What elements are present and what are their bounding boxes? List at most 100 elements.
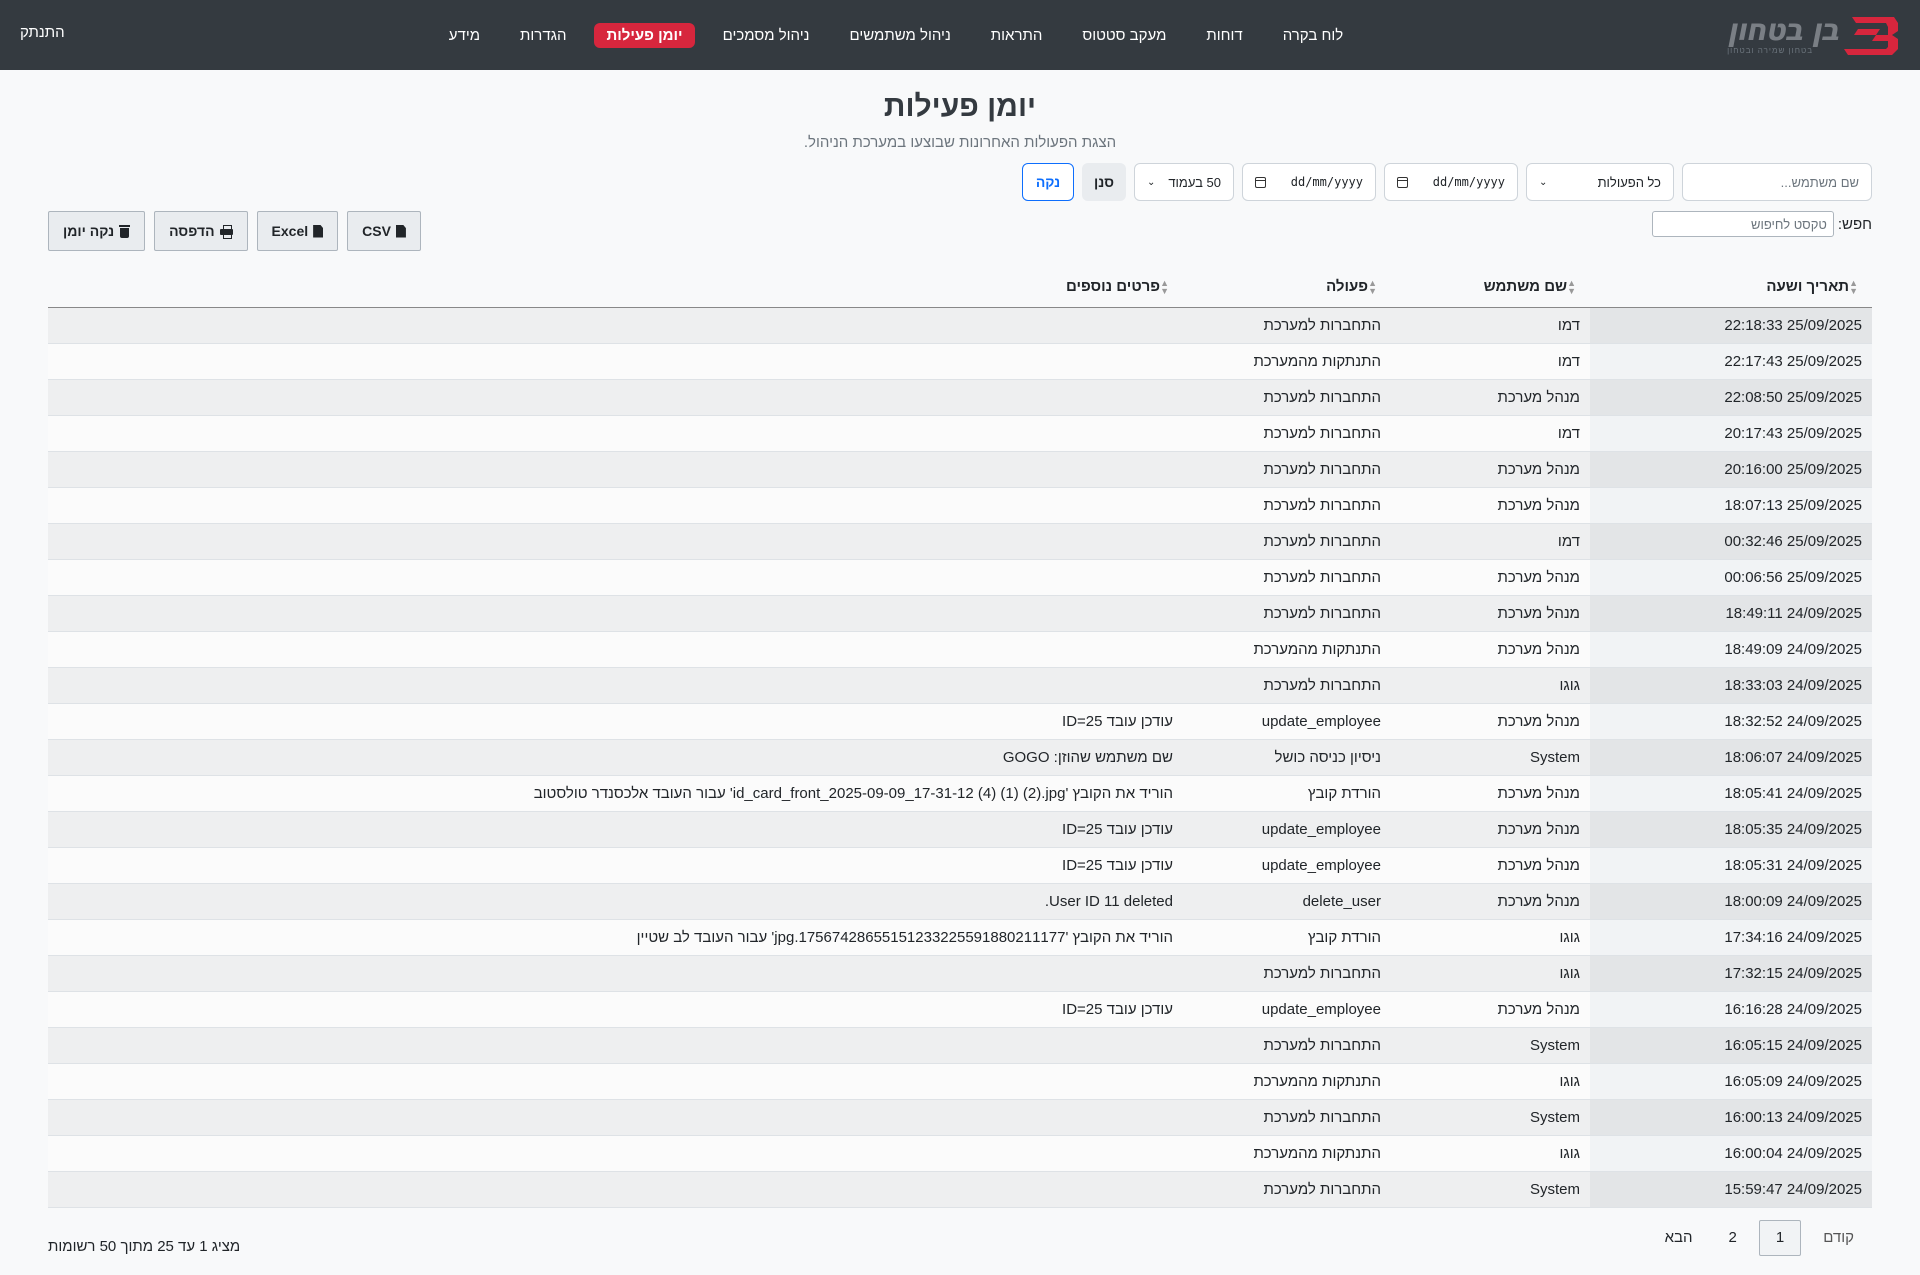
sort-icon: ▲ ▼ (1160, 278, 1169, 297)
cell-date: 24/09/2025 16:05:15 (1590, 1027, 1872, 1064)
pagination-page-1[interactable]: 1 (1758, 1219, 1802, 1256)
table-row: 25/09/2025 00:32:46 דמו התחברות למערכת (48, 523, 1872, 560)
clear-log-button[interactable]: נקה יומן (48, 211, 146, 251)
cell-user: גוגו (1391, 1135, 1590, 1172)
table-footer: קודם 1 2 הבא מציג 1 עד 25 מתוך 50 רשומות (48, 1219, 1872, 1256)
search-input[interactable]: טקסט לחיפוש (1651, 211, 1834, 237)
cell-details (48, 955, 1183, 992)
cell-user: System (1391, 1027, 1590, 1064)
nav-reports[interactable]: דוחות (1194, 23, 1254, 48)
nav-settings[interactable]: הגדרות (508, 23, 578, 48)
cell-action: התנתקות מהמערכת (1183, 1135, 1391, 1172)
cell-date: 25/09/2025 20:16:00 (1590, 451, 1872, 488)
cell-action: התחברות למערכת (1183, 1027, 1391, 1064)
cell-action: update_employee (1183, 847, 1391, 884)
table-row: 25/09/2025 00:06:56 מנהל מערכת התחברות למע… (48, 559, 1872, 596)
search-label: חפש: (1837, 215, 1872, 233)
cell-date: 25/09/2025 00:06:56 (1590, 559, 1872, 596)
cell-action: התחברות למערכת (1183, 307, 1391, 344)
cell-details (48, 595, 1183, 632)
pagination-prev[interactable]: קודם (1805, 1220, 1872, 1256)
nav-alerts[interactable]: התראות (979, 23, 1055, 48)
cell-user: מנהל מערכת (1391, 559, 1590, 596)
cell-date: 24/09/2025 17:32:15 (1590, 955, 1872, 992)
file-csv-icon (395, 224, 406, 238)
calendar-icon[interactable] (1397, 176, 1408, 188)
cell-details (48, 1135, 1183, 1172)
pagination-page-2[interactable]: 2 (1711, 1220, 1755, 1256)
column-header-user[interactable]: ▲ ▼שם משתמש (1391, 267, 1590, 308)
table-search: חפש: טקסט לחיפוש (1651, 211, 1872, 237)
cell-action: התנתקות מהמערכת (1183, 631, 1391, 668)
brand[interactable]: בן בטחון בטחון שמירה ובטחון (1727, 13, 1900, 57)
column-header-date[interactable]: ▲ ▼תאריך ושעה (1590, 267, 1872, 308)
date-from-input[interactable]: dd/mm/yyyy (1384, 163, 1518, 201)
nav-document-management[interactable]: ניהול מסמכים (711, 23, 822, 48)
table-body: 25/09/2025 22:18:33 דמו התחברות למערכת 25/0… (48, 307, 1872, 1208)
excel-export-button[interactable]: Excel (256, 211, 339, 251)
calendar-icon[interactable] (1255, 176, 1266, 188)
cell-details: עודכן עובד ID=25 (48, 811, 1183, 848)
table-row: 25/09/2025 22:08:50 מנהל מערכת התחברות למע… (48, 379, 1872, 416)
table-row: 24/09/2025 18:00:09 מנהל מערכת delete_user… (48, 883, 1872, 920)
filter-bar: שם משתמש... כל הפעולות ⌄ dd/mm/yyyy dd/m… (48, 163, 1872, 201)
cell-action: התחברות למערכת (1183, 955, 1391, 992)
table-row: 25/09/2025 18:07:13 מנהל מערכת התחברות למע… (48, 487, 1872, 524)
cell-user: מנהל מערכת (1391, 595, 1590, 632)
cell-details (48, 1099, 1183, 1136)
cell-date: 24/09/2025 18:05:41 (1590, 775, 1872, 812)
nav-dashboard[interactable]: לוח בקרה (1271, 23, 1355, 48)
table-row: 24/09/2025 16:00:04 גוגו התנתקות מהמערכת (48, 1135, 1872, 1172)
excel-label: Excel (271, 223, 309, 239)
clear-filters-button[interactable]: נקה (1022, 163, 1074, 201)
username-filter-input[interactable]: שם משתמש... (1682, 163, 1872, 201)
nav-status-tracking[interactable]: מעקב סטטוס (1070, 23, 1178, 48)
cell-action: התחברות למערכת (1183, 379, 1391, 416)
per-page-value: 50 בעמוד (1168, 174, 1221, 190)
nav-user-management[interactable]: ניהול משתמשים (837, 23, 962, 48)
print-button[interactable]: הדפסה (154, 211, 248, 251)
cell-date: 24/09/2025 18:05:35 (1590, 811, 1872, 848)
cell-action: הורדת קובץ (1183, 919, 1391, 956)
top-navbar: בן בטחון בטחון שמירה ובטחון לוח בקרה דוח… (0, 0, 1920, 70)
table-row: 24/09/2025 18:49:11 מנהל מערכת התחברות למע… (48, 595, 1872, 632)
cell-details (48, 487, 1183, 524)
brand-logo-icon (1842, 13, 1900, 57)
per-page-select[interactable]: 50 בעמוד ⌄ (1134, 163, 1234, 201)
table-row: 24/09/2025 18:05:41 מנהל מערכת הורדת קובץ ה… (48, 775, 1872, 812)
table-row: 25/09/2025 22:18:33 דמו התחברות למערכת (48, 307, 1872, 344)
cell-details: הוריד את הקובץ '175674286551512332255918… (48, 919, 1183, 956)
cell-user: מנהל מערכת (1391, 811, 1590, 848)
username-placeholder: שם משתמש... (1780, 174, 1859, 190)
column-header-details[interactable]: ▲ ▼פרטים נוספים (48, 267, 1183, 308)
cell-user: דמו (1391, 415, 1590, 452)
cell-user: מנהל מערכת (1391, 703, 1590, 740)
date-to-value: dd/mm/yyyy (1290, 175, 1363, 189)
cell-user: מנהל מערכת (1391, 451, 1590, 488)
table-row: 24/09/2025 18:33:03 גוגו התחברות למערכת (48, 667, 1872, 704)
search-placeholder: טקסט לחיפוש (1750, 216, 1827, 232)
cell-date: 25/09/2025 22:08:50 (1590, 379, 1872, 416)
filter-button[interactable]: סנן (1082, 163, 1126, 201)
date-from-value: dd/mm/yyyy (1432, 175, 1505, 189)
cell-date: 25/09/2025 20:17:43 (1590, 415, 1872, 452)
cell-details: שם משתמש שהוזן: GOGO (48, 739, 1183, 776)
table-row: 24/09/2025 17:34:16 גוגו הורדת קובץ הוריד א… (48, 919, 1872, 956)
cell-action: התנתקות מהמערכת (1183, 1063, 1391, 1100)
logout-link[interactable]: התנתק (20, 24, 65, 41)
cell-action: התחברות למערכת (1183, 1171, 1391, 1208)
table-row: 25/09/2025 20:17:43 דמו התחברות למערכת (48, 415, 1872, 452)
export-buttons: CSV Excel הדפסה נקה יומן (48, 211, 421, 251)
column-header-action[interactable]: ▲ ▼פעולה (1183, 267, 1391, 308)
cell-user: גוגו (1391, 919, 1590, 956)
action-type-select[interactable]: כל הפעולות ⌄ (1526, 163, 1674, 201)
date-to-input[interactable]: dd/mm/yyyy (1242, 163, 1376, 201)
sort-desc-icon: ▲ ▼ (1849, 278, 1858, 297)
pagination-next[interactable]: הבא (1647, 1220, 1711, 1256)
cell-details (48, 1063, 1183, 1100)
cell-user: דמו (1391, 523, 1590, 560)
table-row: 24/09/2025 15:59:47 System התחברות למערכת (48, 1171, 1872, 1208)
csv-export-button[interactable]: CSV (347, 211, 421, 251)
nav-activity-log[interactable]: יומן פעילות (594, 22, 695, 48)
nav-info[interactable]: מידע (437, 23, 492, 48)
